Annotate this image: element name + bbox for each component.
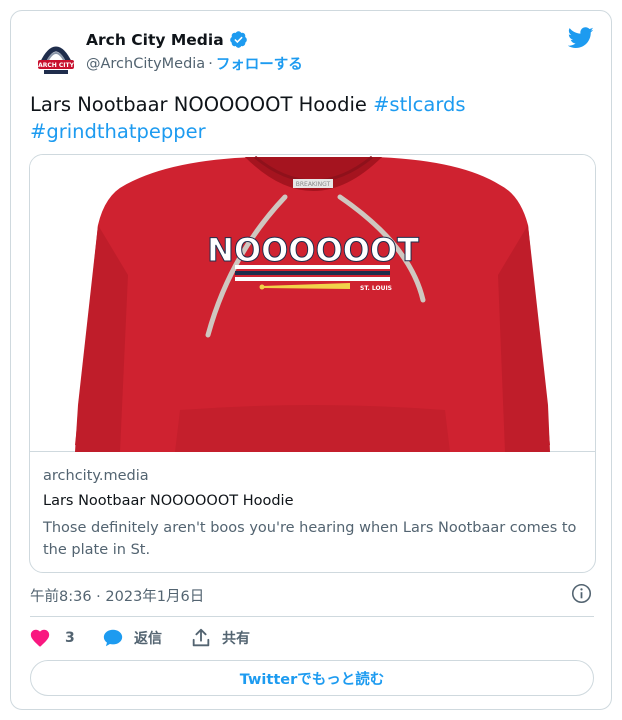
card-image-hoodie: BREAKINGT NOOOOOOT ST. LOUIS — [30, 155, 595, 452]
tweet-text: Lars Nootbaar NOOOOOOT Hoodie #stlcards … — [30, 91, 590, 145]
hashtag-link[interactable]: #stlcards — [373, 93, 465, 116]
read-more-button[interactable]: Twitterでもっと読む — [30, 660, 594, 696]
info-icon[interactable] — [571, 583, 592, 604]
print-text: NOOOOOOT — [207, 231, 419, 269]
author-name-row: Arch City Media — [86, 30, 248, 49]
heart-icon — [30, 629, 50, 647]
print-city: ST. LOUIS — [360, 285, 392, 292]
card-title: Lars Nootbaar NOOOOOOT Hoodie — [43, 493, 294, 509]
hashtag-link[interactable]: #grindthatpepper — [30, 120, 206, 143]
share-label: 共有 — [222, 631, 250, 647]
share-button[interactable]: 共有 — [190, 627, 250, 649]
twitter-bird-icon[interactable] — [568, 27, 594, 49]
divider — [30, 616, 594, 617]
avatar-logo-text: ARCH CITY — [38, 62, 75, 69]
neck-tag-text: BREAKINGT — [296, 181, 331, 188]
like-button[interactable]: 3 — [29, 627, 75, 649]
card-description: Those definitely aren't boos you're hear… — [43, 520, 577, 558]
like-count: 3 — [65, 630, 75, 646]
follow-button[interactable]: フォローする — [216, 53, 303, 74]
tweet-body: Lars Nootbaar NOOOOOOT Hoodie — [30, 93, 367, 116]
share-icon — [192, 628, 210, 647]
card-domain: archcity.media — [43, 468, 149, 484]
reply-label: 返信 — [134, 631, 162, 647]
reply-button[interactable]: 返信 — [102, 627, 162, 649]
author-display-name[interactable]: Arch City Media — [86, 31, 224, 49]
speech-bubble-icon — [103, 629, 123, 647]
avatar[interactable]: ARCH CITY — [30, 30, 82, 82]
verified-badge-icon — [229, 31, 247, 48]
author-handle-row: @ArchCityMedia · フォローする — [86, 53, 303, 74]
tweet-timestamp[interactable]: 午前8:36 · 2023年1月6日 — [30, 585, 204, 606]
link-preview-card[interactable]: BREAKINGT NOOOOOOT ST. LOUIS archcity.me… — [29, 154, 596, 573]
embedded-tweet: ARCH CITY Arch City Media @ArchCityMedia… — [10, 10, 612, 710]
separator-dot: · — [208, 55, 213, 72]
author-handle[interactable]: @ArchCityMedia — [86, 56, 205, 72]
